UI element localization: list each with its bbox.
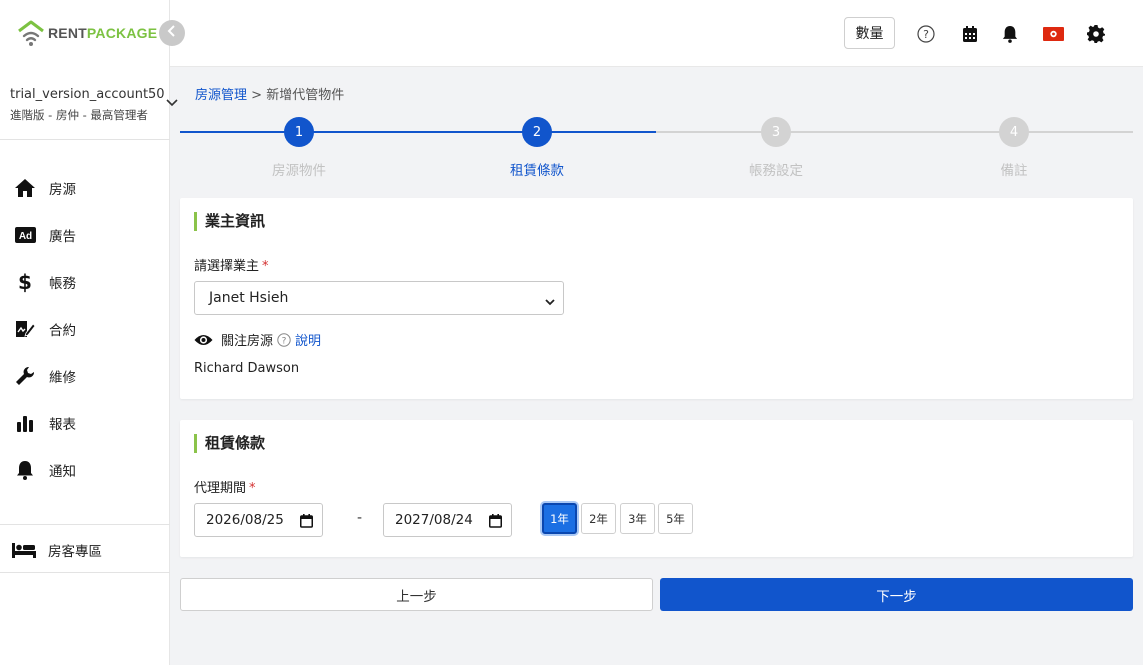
breadcrumb-current: 新增代管物件: [266, 88, 345, 103]
owner-select-value: Janet Hsieh: [209, 290, 289, 306]
period-2-year-button[interactable]: 2年: [581, 503, 616, 534]
date-range-separator: -: [357, 510, 363, 526]
step-4-label: 備註: [1000, 163, 1028, 179]
flag-icon[interactable]: [1042, 24, 1064, 44]
sidebar-item-label: 房源: [49, 181, 76, 198]
owner-select[interactable]: Janet Hsieh: [194, 281, 564, 315]
card-title: 租賃條款: [194, 434, 265, 453]
brand-logo[interactable]: RENTPACKAGE: [16, 18, 157, 48]
period-5-year-button[interactable]: 5年: [658, 503, 693, 534]
account-role: 進階版 - 房仲 - 最高管理者: [10, 108, 148, 122]
quantity-button[interactable]: 數量: [844, 17, 895, 49]
sidebar-item-ads[interactable]: Ad 廣告: [0, 211, 170, 258]
card-title: 業主資訊: [194, 212, 265, 231]
end-date-value: 2027/08/24: [395, 512, 473, 528]
owner-select-label-text: 請選擇業主: [194, 259, 260, 274]
breadcrumb-parent-link[interactable]: 房源管理: [195, 88, 247, 103]
step-2-label: 租賃條款: [510, 163, 564, 179]
progress-stepper: 1 房源物件 2 租賃條款 3 帳務設定 4 備註: [180, 116, 1133, 180]
previous-step-button[interactable]: 上一步: [180, 578, 653, 611]
svg-text:$: $: [18, 271, 32, 293]
sidebar-item-listings[interactable]: 房源: [0, 164, 170, 211]
svg-text:Ad: Ad: [18, 231, 31, 242]
sidebar-item-reports[interactable]: 報表: [0, 399, 170, 446]
sidebar-item-label: 廣告: [49, 228, 76, 245]
watch-listing-label: 關注房源: [221, 334, 274, 349]
stepper-line-inactive: [656, 131, 1133, 133]
calendar-icon[interactable]: [960, 24, 980, 44]
period-3-year-button[interactable]: 3年: [620, 503, 655, 534]
step-1-circle[interactable]: 1: [284, 117, 314, 147]
top-header: 數量 ?: [170, 0, 1143, 67]
eye-icon: [194, 333, 213, 347]
sidebar-nav: 房源 Ad 廣告 $ 帳務 合約 維修 報表 通知: [0, 164, 170, 493]
sidebar-item-label: 帳務: [49, 275, 76, 292]
help-icon[interactable]: ?: [277, 332, 291, 347]
sidebar: RENTPACKAGE trial_version_account50 進階版 …: [0, 0, 178, 665]
calendar-icon[interactable]: [300, 514, 313, 532]
gear-icon[interactable]: [1086, 24, 1106, 44]
chevron-left-icon: [167, 25, 177, 41]
step-3-label: 帳務設定: [749, 163, 803, 179]
sidebar-divider: [0, 524, 170, 525]
required-mark: *: [249, 481, 256, 496]
wifi-house-logo-icon: [16, 19, 46, 47]
sidebar-item-contracts[interactable]: 合約: [0, 305, 170, 352]
sidebar-item-label: 報表: [49, 416, 76, 433]
breadcrumb: 房源管理 > 新增代管物件: [195, 84, 344, 103]
sidebar-item-notifications[interactable]: 通知: [0, 446, 170, 493]
dollar-icon: $: [14, 271, 36, 293]
svg-text:?: ?: [923, 28, 929, 41]
brand-name-part2: PACKAGE: [86, 25, 158, 41]
step-4-circle[interactable]: 4: [999, 117, 1029, 147]
period-1-year-button[interactable]: 1年: [542, 503, 577, 534]
sidebar-item-tenant-area[interactable]: 房客專區: [0, 528, 170, 573]
brand-name-part1: RENT: [48, 25, 87, 41]
required-mark: *: [262, 259, 269, 274]
home-icon: [14, 177, 36, 199]
owner-info-card: 業主資訊 請選擇業主 * Janet Hsieh 關注房源 ? 說明 Richar…: [180, 198, 1133, 399]
sidebar-item-accounting[interactable]: $ 帳務: [0, 258, 170, 305]
bar-chart-icon: [14, 412, 36, 434]
contract-icon: [14, 318, 36, 340]
help-link[interactable]: 說明: [295, 330, 321, 349]
next-step-button[interactable]: 下一步: [660, 578, 1133, 611]
chevron-down-icon: [545, 294, 555, 310]
start-date-value: 2026/08/25: [206, 512, 284, 528]
bell-icon[interactable]: [1000, 24, 1020, 44]
breadcrumb-separator: >: [251, 88, 263, 103]
svg-text:?: ?: [282, 336, 287, 346]
bed-icon: [12, 540, 38, 560]
sidebar-item-label: 合約: [49, 322, 76, 339]
ad-icon: Ad: [14, 224, 36, 246]
sidebar-collapse-button[interactable]: [159, 20, 185, 46]
sidebar-item-label: 房客專區: [48, 544, 102, 560]
lease-terms-card: 租賃條款 代理期間 * 2026/08/25 - 2027/08/24 1年 2年…: [180, 420, 1133, 557]
step-1-label: 房源物件: [272, 163, 326, 179]
sidebar-item-label: 通知: [49, 463, 76, 480]
step-3-circle[interactable]: 3: [761, 117, 791, 147]
stepper-line-active: [180, 131, 656, 133]
brand-name: RENTPACKAGE: [48, 25, 157, 41]
wrench-icon: [14, 365, 36, 387]
sidebar-item-label: 維修: [49, 369, 76, 386]
calendar-icon[interactable]: [489, 514, 502, 532]
account-switcher[interactable]: trial_version_account50 進階版 - 房仲 - 最高管理者: [0, 70, 178, 140]
agency-period-label: 代理期間 *: [194, 477, 256, 496]
agency-period-label-text: 代理期間: [194, 481, 247, 496]
start-date-input[interactable]: 2026/08/25: [194, 503, 323, 537]
help-icon[interactable]: ?: [916, 24, 936, 44]
sidebar-item-maintenance[interactable]: 維修: [0, 352, 170, 399]
bell-icon: [14, 459, 36, 481]
owner-select-label: 請選擇業主 *: [194, 255, 269, 274]
end-date-input[interactable]: 2027/08/24: [383, 503, 512, 537]
chevron-down-icon[interactable]: [166, 96, 178, 111]
watch-listing-row: 關注房源 ? 說明: [194, 330, 321, 349]
step-2-circle[interactable]: 2: [522, 117, 552, 147]
watcher-name: Richard Dawson: [194, 361, 300, 376]
account-name: trial_version_account50: [10, 87, 165, 102]
